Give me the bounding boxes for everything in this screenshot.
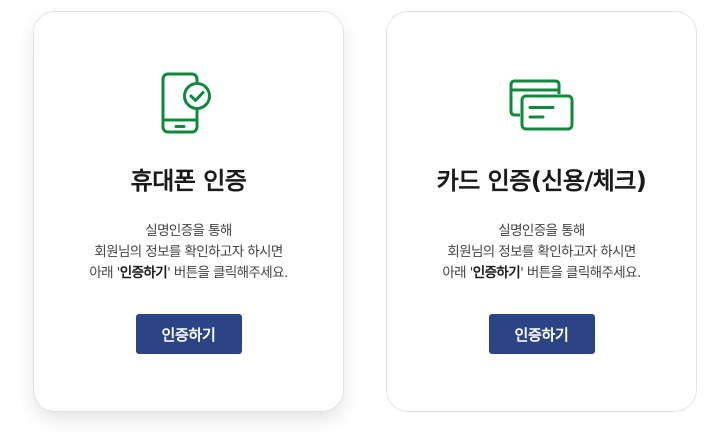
- desc-line-1: 실명인증을 통해: [145, 223, 232, 239]
- desc-line-2: 회원님의 정보를 확인하고자 하시면: [94, 244, 283, 260]
- desc-line-1: 실명인증을 통해: [498, 223, 585, 239]
- desc-line-3-suffix: ' 버튼을 클릭해주세요.: [167, 265, 288, 281]
- card-title: 카드 인증(신용/체크): [436, 167, 647, 195]
- card-verification-card: 카드 인증(신용/체크) 실명인증을 통해 회원님의 정보를 확인하고자 하시면…: [386, 11, 697, 412]
- desc-line-2: 회원님의 정보를 확인하고자 하시면: [447, 244, 636, 260]
- desc-line-3-prefix: 아래 ': [89, 265, 120, 281]
- desc-line-3: 아래 '인증하기' 버튼을 클릭해주세요.: [34, 263, 343, 284]
- desc-line-3: 아래 '인증하기' 버튼을 클릭해주세요.: [387, 263, 696, 284]
- card-title: 휴대폰 인증: [130, 167, 247, 195]
- desc-line-3-suffix: ' 버튼을 클릭해주세요.: [520, 265, 641, 281]
- card-verify-button[interactable]: 인증하기: [488, 314, 595, 354]
- phone-verification-card: 휴대폰 인증 실명인증을 통해 회원님의 정보를 확인하고자 하시면 아래 '인…: [33, 11, 344, 412]
- credit-card-icon: [387, 70, 696, 140]
- phone-check-icon: [34, 70, 343, 140]
- desc-line-3-prefix: 아래 ': [442, 265, 473, 281]
- desc-line-3-emphasis: 인증하기: [472, 265, 521, 281]
- desc-line-3-emphasis: 인증하기: [119, 265, 168, 281]
- card-description: 실명인증을 통해 회원님의 정보를 확인하고자 하시면 아래 '인증하기' 버튼…: [34, 221, 343, 284]
- phone-verify-button[interactable]: 인증하기: [135, 314, 242, 354]
- card-description: 실명인증을 통해 회원님의 정보를 확인하고자 하시면 아래 '인증하기' 버튼…: [387, 221, 696, 284]
